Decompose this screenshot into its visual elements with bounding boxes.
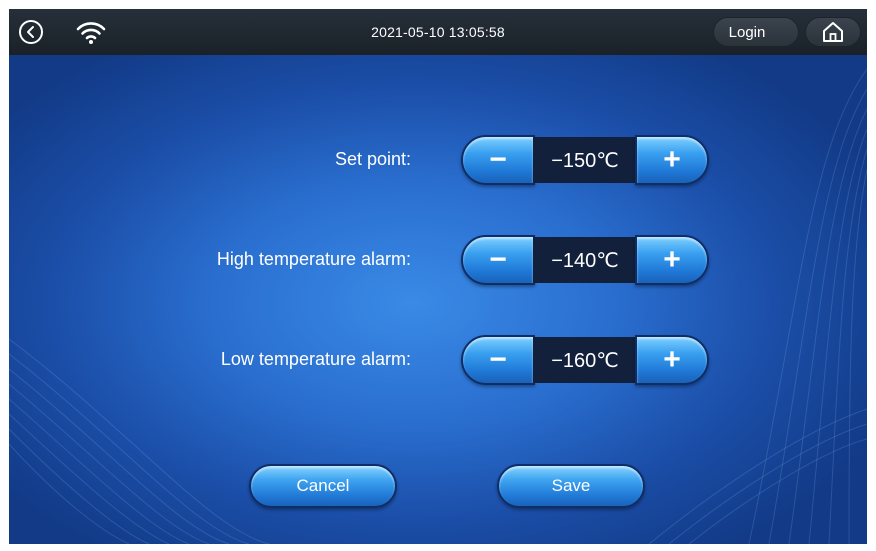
screen: 2021-05-10 13:05:58 Login Set point: − −…	[9, 9, 867, 544]
setpoint-label: Set point:	[334, 149, 411, 169]
low-alarm-value[interactable]: −160℃	[533, 337, 637, 383]
high-alarm-value[interactable]: −140℃	[533, 237, 637, 283]
low-alarm-row: Low temperature alarm: − −160℃ +	[9, 335, 867, 387]
high-alarm-increase-button[interactable]: +	[635, 235, 709, 285]
high-alarm-decrease-button[interactable]: −	[461, 235, 535, 285]
home-icon	[823, 22, 843, 42]
setpoint-stepper: − −150℃ +	[461, 135, 709, 185]
cancel-button[interactable]: Cancel	[249, 464, 397, 508]
high-alarm-label: High temperature alarm:	[216, 249, 411, 269]
login-button[interactable]: Login	[713, 17, 799, 47]
setpoint-row: Set point: − −150℃ +	[9, 135, 867, 187]
setpoint-increase-button[interactable]: +	[635, 135, 709, 185]
low-alarm-label: Low temperature alarm:	[220, 349, 411, 369]
high-alarm-stepper: − −140℃ +	[461, 235, 709, 285]
setpoint-decrease-button[interactable]: −	[461, 135, 535, 185]
high-alarm-row: High temperature alarm: − −140℃ +	[9, 235, 867, 287]
save-button[interactable]: Save	[497, 464, 645, 508]
low-alarm-decrease-button[interactable]: −	[461, 335, 535, 385]
top-bar: 2021-05-10 13:05:58 Login	[9, 9, 867, 55]
low-alarm-stepper: − −160℃ +	[461, 335, 709, 385]
home-button[interactable]	[805, 17, 861, 47]
setpoint-value[interactable]: −150℃	[533, 137, 637, 183]
low-alarm-increase-button[interactable]: +	[635, 335, 709, 385]
